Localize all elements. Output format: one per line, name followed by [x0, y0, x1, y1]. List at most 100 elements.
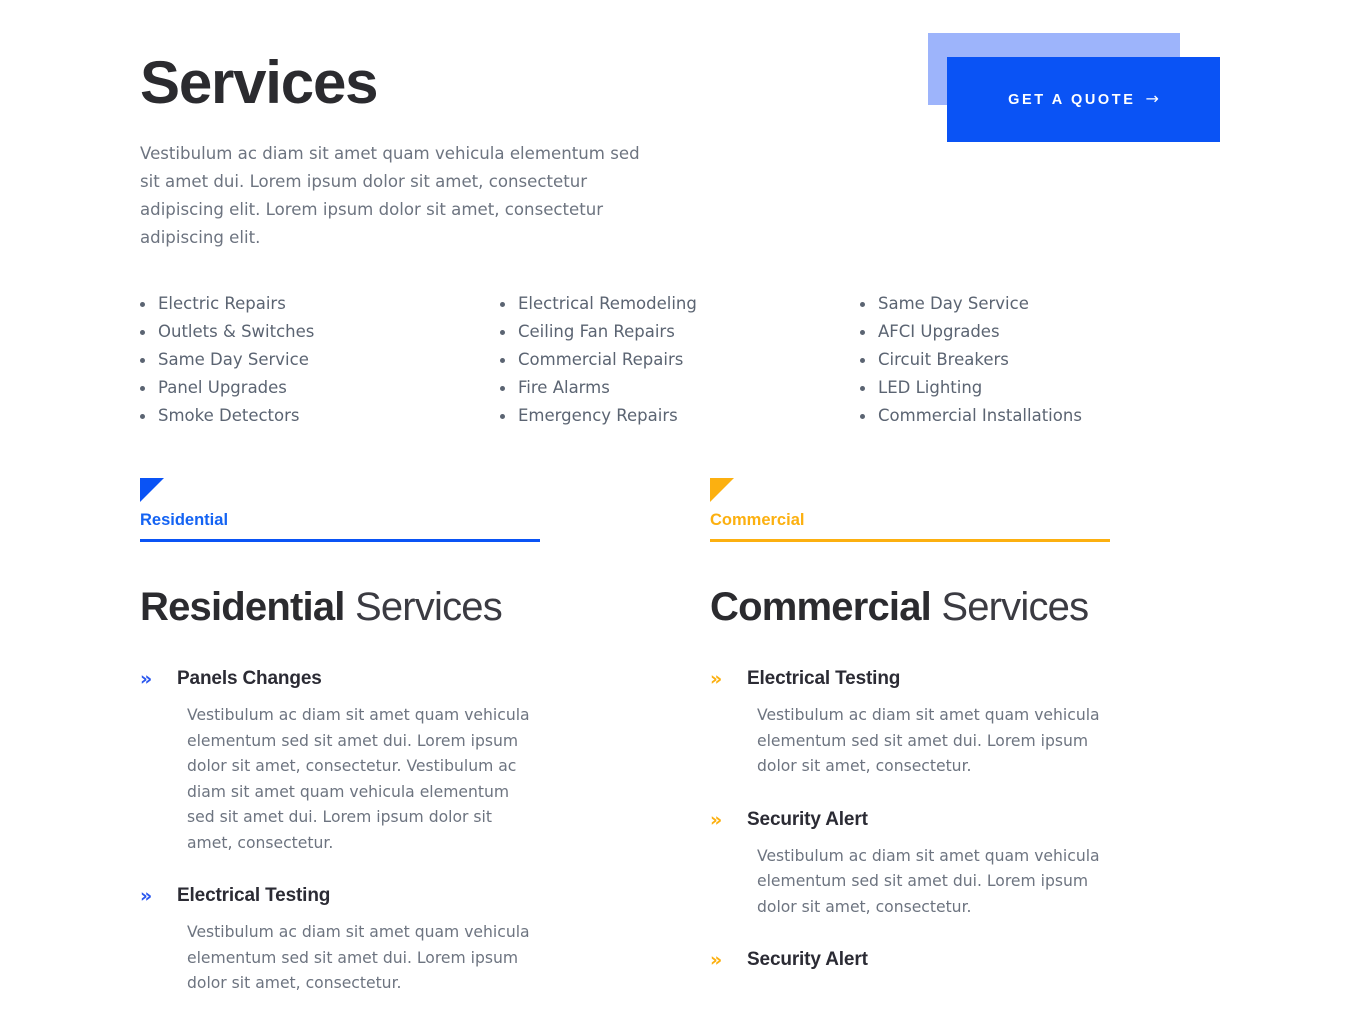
bullet-icon	[860, 414, 865, 419]
service-header: » Panels Changes	[140, 667, 540, 691]
list-item: Fire Alarms	[500, 374, 860, 402]
double-chevron-right-icon: »	[140, 885, 152, 907]
double-chevron-right-icon: »	[710, 668, 722, 690]
commercial-services-column: Commercial Services » Electrical Testing…	[710, 585, 1110, 1025]
list-item: Same Day Service	[860, 290, 1220, 318]
bullet-icon	[140, 414, 145, 419]
page-title: Services	[140, 49, 378, 116]
tab-label: Commercial	[710, 511, 805, 529]
service-item: » Panels Changes Vestibulum ac diam sit …	[140, 667, 540, 856]
service-header: » Security Alert	[710, 808, 1110, 832]
list-item: Electrical Remodeling	[500, 290, 860, 318]
list-item: Outlets & Switches	[140, 318, 500, 346]
list-item: Ceiling Fan Repairs	[500, 318, 860, 346]
hero-description: Vestibulum ac diam sit amet quam vehicul…	[140, 144, 640, 248]
list-item: Panel Upgrades	[140, 374, 500, 402]
corner-triangle-icon	[710, 478, 734, 502]
feature-list-2: Electrical Remodeling Ceiling Fan Repair…	[500, 290, 860, 430]
list-item-label: Commercial Installations	[878, 406, 1082, 425]
service-header: » Electrical Testing	[140, 884, 540, 908]
list-item: Commercial Repairs	[500, 346, 860, 374]
bullet-icon	[860, 358, 865, 363]
get-a-quote-button[interactable]: GET A QUOTE →	[947, 57, 1220, 142]
double-chevron-right-icon: »	[710, 949, 722, 971]
cta-label: GET A QUOTE	[1008, 91, 1136, 108]
commercial-heading: Commercial Services	[710, 585, 1110, 629]
service-item: » Security Alert	[710, 948, 1110, 972]
residential-services-column: Residential Services » Panels Changes Ve…	[140, 585, 540, 1025]
list-item: Electric Repairs	[140, 290, 500, 318]
cta-container: GET A QUOTE →	[928, 33, 1228, 153]
service-title: Security Alert	[747, 949, 868, 970]
list-item-label: Electric Repairs	[158, 294, 286, 313]
bullet-icon	[140, 330, 145, 335]
list-item-label: Fire Alarms	[518, 378, 610, 397]
bullet-icon	[500, 358, 505, 363]
list-item: Emergency Repairs	[500, 402, 860, 430]
feature-lists: Electric Repairs Outlets & Switches Same…	[140, 290, 1220, 430]
service-title: Electrical Testing	[747, 668, 901, 689]
service-description: Vestibulum ac diam sit amet quam vehicul…	[757, 706, 1100, 775]
tab-commercial[interactable]: Commercial	[710, 478, 1110, 542]
service-item: » Electrical Testing Vestibulum ac diam …	[710, 667, 1110, 780]
bullet-icon	[140, 302, 145, 307]
service-title: Security Alert	[747, 808, 868, 830]
double-chevron-right-icon: »	[710, 808, 722, 831]
tabs-row: Residential Commercial	[140, 478, 1220, 542]
list-item: LED Lighting	[860, 374, 1220, 402]
list-item: Commercial Installations	[860, 402, 1220, 430]
bullet-icon	[860, 302, 865, 307]
tab-underline	[710, 539, 1110, 542]
service-header: » Security Alert	[710, 948, 1110, 972]
list-item-label: AFCI Upgrades	[878, 322, 1000, 341]
list-item: AFCI Upgrades	[860, 318, 1220, 346]
bullet-icon	[860, 386, 865, 391]
bullet-icon	[860, 330, 865, 335]
service-description: Vestibulum ac diam sit amet quam vehicul…	[757, 846, 1100, 916]
list-item-label: Smoke Detectors	[158, 406, 300, 425]
bullet-icon	[140, 386, 145, 391]
tab-residential[interactable]: Residential	[140, 478, 540, 542]
tab-underline	[140, 539, 540, 542]
service-item: » Electrical Testing Vestibulum ac diam …	[140, 884, 540, 997]
hero-section: Services Vestibulum ac diam sit amet qua…	[140, 49, 700, 252]
list-item-label: LED Lighting	[878, 378, 983, 397]
bullet-icon	[500, 414, 505, 419]
list-item-label: Circuit Breakers	[878, 350, 1009, 369]
list-item-label: Same Day Service	[878, 294, 1029, 313]
bullet-icon	[500, 302, 505, 307]
arrow-right-icon: →	[1145, 88, 1159, 108]
list-item-label: Commercial Repairs	[518, 350, 684, 369]
bullet-icon	[500, 386, 505, 391]
feature-list-1: Electric Repairs Outlets & Switches Same…	[140, 290, 500, 430]
heading-light: Services	[941, 585, 1089, 629]
service-title: Electrical Testing	[177, 885, 331, 906]
bullet-icon	[140, 358, 145, 363]
service-header: » Electrical Testing	[710, 667, 1110, 691]
heading-strong: Commercial	[710, 585, 932, 629]
list-item-label: Ceiling Fan Repairs	[518, 322, 675, 341]
list-item-label: Emergency Repairs	[518, 406, 678, 425]
tab-label: Residential	[140, 511, 229, 529]
list-item-label: Panel Upgrades	[158, 378, 287, 397]
list-item: Circuit Breakers	[860, 346, 1220, 374]
feature-column-1: Electric Repairs Outlets & Switches Same…	[140, 290, 500, 430]
list-item: Smoke Detectors	[140, 402, 500, 430]
service-description: Vestibulum ac diam sit amet quam vehicul…	[187, 706, 530, 852]
feature-list-3: Same Day Service AFCI Upgrades Circuit B…	[860, 290, 1220, 430]
list-item-label: Same Day Service	[158, 350, 309, 369]
service-title: Panels Changes	[177, 668, 322, 689]
list-item-label: Outlets & Switches	[158, 322, 315, 341]
feature-column-3: Same Day Service AFCI Upgrades Circuit B…	[860, 290, 1220, 430]
services-columns: Residential Services » Panels Changes Ve…	[140, 585, 1220, 1025]
corner-triangle-icon	[140, 478, 164, 502]
heading-light: Services	[354, 585, 503, 629]
double-chevron-right-icon: »	[140, 668, 152, 690]
list-item: Same Day Service	[140, 346, 500, 374]
service-item: » Security Alert Vestibulum ac diam sit …	[710, 808, 1110, 921]
heading-strong: Residential	[140, 585, 345, 629]
bullet-icon	[500, 330, 505, 335]
services-page: Services Vestibulum ac diam sit amet qua…	[0, 0, 1360, 992]
list-item-label: Electrical Remodeling	[518, 294, 697, 313]
residential-heading: Residential Services	[140, 585, 540, 629]
